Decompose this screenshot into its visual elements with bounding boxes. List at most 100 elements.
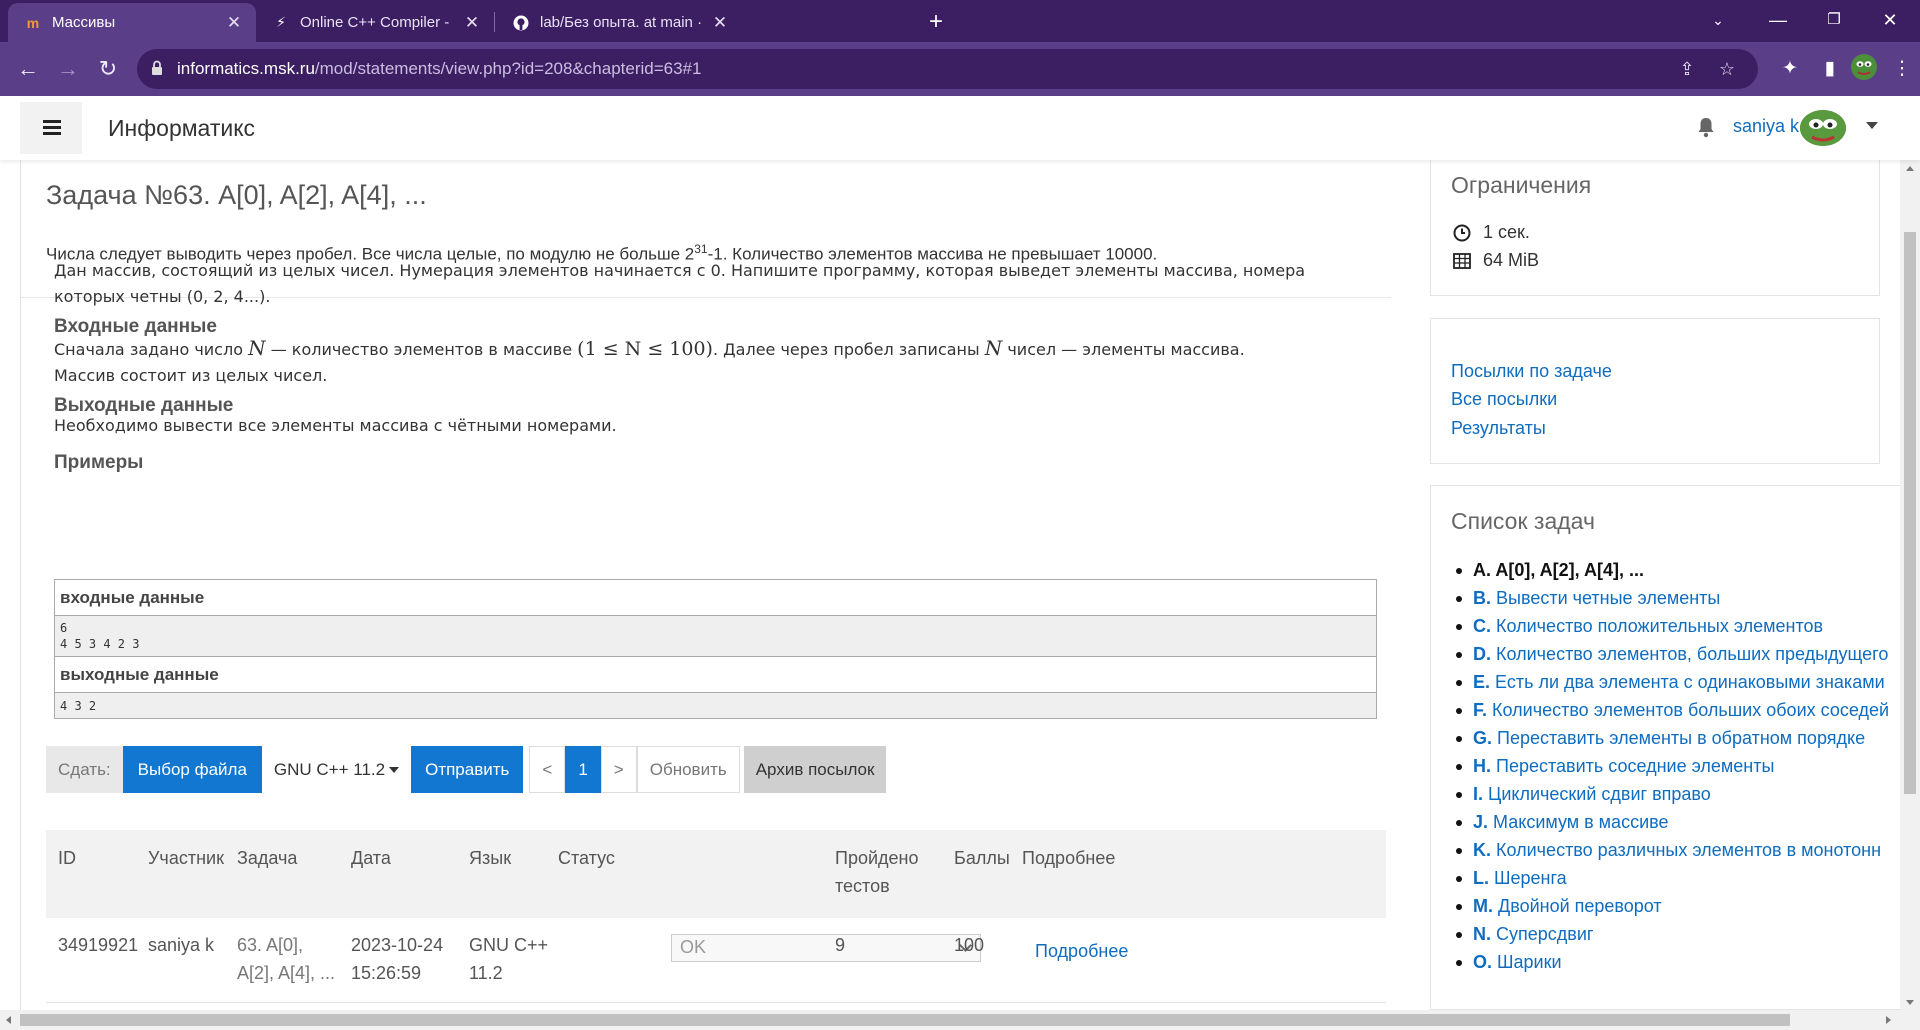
- tab-search-icon[interactable]: ⌄: [1690, 0, 1746, 42]
- memory-limit: 64 MiB: [1453, 250, 1539, 271]
- cell-tests: 9: [835, 935, 846, 955]
- col-header-lang: Язык: [469, 848, 512, 868]
- vertical-scrollbar[interactable]: [1900, 160, 1920, 1014]
- scroll-left-arrow-icon[interactable]: [6, 1016, 11, 1024]
- cell-lang: GNU C++ 11.2: [469, 935, 549, 983]
- site-title[interactable]: Информатикс: [108, 115, 255, 142]
- problem-list-item[interactable]: O. Шарики: [1451, 948, 1900, 976]
- time-limit: 1 сек.: [1453, 222, 1530, 243]
- link-results[interactable]: Результаты: [1451, 418, 1546, 439]
- profile-avatar-icon[interactable]: [1848, 53, 1880, 85]
- send-button[interactable]: Отправить: [411, 746, 524, 793]
- problem-letter: E.: [1473, 672, 1491, 692]
- col-header-score: Баллы: [954, 848, 1010, 868]
- user-menu-caret-icon[interactable]: [1866, 122, 1878, 129]
- problem-letter: N.: [1473, 924, 1491, 944]
- problem-letter: O.: [1473, 952, 1493, 972]
- problem-list-item[interactable]: J. Максимум в массиве: [1451, 808, 1900, 836]
- problem-list-item[interactable]: B. Вывести четные элементы: [1451, 584, 1900, 612]
- horizontal-scrollbar[interactable]: [0, 1010, 1920, 1030]
- side-panel-icon[interactable]: ▮: [1814, 53, 1846, 85]
- problem-list-item[interactable]: H. Переставить соседние элементы: [1451, 752, 1900, 780]
- problem-list-item[interactable]: N. Суперсдвиг: [1451, 920, 1900, 948]
- problem-name: Шеренга: [1494, 868, 1567, 888]
- problem-list-item[interactable]: F. Количество элементов больших обоих со…: [1451, 696, 1900, 724]
- problem-list-item[interactable]: K. Количество различных элементов в моно…: [1451, 836, 1900, 864]
- problem-list-item[interactable]: G. Переставить элементы в обратном поряд…: [1451, 724, 1900, 752]
- limits-title: Ограничения: [1451, 172, 1592, 198]
- browser-menu-icon[interactable]: ⋮: [1886, 53, 1918, 85]
- tab-github[interactable]: lab/Без опыта. at main · sani38/ ✕: [496, 3, 742, 42]
- link-all-submissions[interactable]: Все посылки: [1451, 389, 1557, 410]
- clock-icon: [1453, 224, 1471, 241]
- close-icon[interactable]: ✕: [224, 13, 244, 33]
- submit-bar: Сдать: Выбор файла GNU C++ 11.2 Отправит…: [46, 746, 887, 793]
- math-range: (1 ≤ N ≤ 100): [577, 338, 713, 360]
- refresh-button[interactable]: Обновить: [636, 746, 740, 793]
- problem-name: Переставить элементы в обратном порядке: [1497, 728, 1866, 748]
- scroll-right-arrow-icon[interactable]: [1886, 1016, 1891, 1024]
- details-link[interactable]: Подробнее: [1035, 937, 1128, 965]
- hamburger-menu-button[interactable]: [20, 102, 82, 154]
- page-1-button[interactable]: 1: [565, 746, 601, 793]
- tab-separator: [494, 12, 495, 32]
- status-value: OK: [680, 937, 707, 957]
- problem-list-item[interactable]: M. Двойной переворот: [1451, 892, 1900, 920]
- url-host: informatics.msk.ru: [177, 59, 315, 78]
- memory-limit-value: 64 MiB: [1483, 250, 1540, 270]
- tab-online-compiler[interactable]: ⚡ Online C++ Compiler - online ed ✕: [256, 3, 494, 42]
- problem-title: Задача №63. A[0], A[2], A[4], ...: [46, 180, 427, 210]
- input-text-5: Массив состоит из целых чисел.: [54, 366, 328, 385]
- math-n: N: [984, 336, 1003, 360]
- tab-title: lab/Без опыта. at main · sani38/: [540, 14, 702, 31]
- problem-letter: A.: [1473, 560, 1491, 580]
- back-button[interactable]: ←: [12, 53, 44, 85]
- extensions-puzzle-icon[interactable]: ✦: [1774, 53, 1806, 85]
- choose-file-button[interactable]: Выбор файла: [122, 746, 262, 793]
- bookmark-star-icon[interactable]: ☆: [1715, 57, 1739, 81]
- problem-list-item[interactable]: A. A[0], A[2], A[4], ...: [1451, 556, 1900, 584]
- problem-name: A[0], A[2], A[4], ...: [1495, 560, 1645, 580]
- next-page-button[interactable]: >: [600, 746, 637, 793]
- link-problem-submissions[interactable]: Посылки по задаче: [1451, 361, 1612, 382]
- address-bar[interactable]: informatics.msk.ru/mod/statements/view.p…: [137, 49, 1758, 89]
- user-name[interactable]: saniya k: [1733, 116, 1799, 137]
- close-window-button[interactable]: ✕: [1862, 0, 1918, 42]
- problem-name: Количество различных элементов в монотон…: [1496, 840, 1882, 860]
- tab-massivy[interactable]: m Массивы ✕: [8, 3, 256, 42]
- prev-page-button[interactable]: <: [529, 746, 566, 793]
- sample-input-label: входные данные: [54, 579, 1377, 616]
- language-select[interactable]: GNU C++ 11.2: [261, 746, 412, 793]
- problem-letter: J.: [1473, 812, 1489, 832]
- submit-label: Сдать:: [46, 746, 123, 793]
- user-avatar[interactable]: [1800, 110, 1846, 146]
- sample-input[interactable]: 6 4 5 3 4 2 3: [54, 615, 1377, 657]
- scroll-up-arrow-icon[interactable]: [1906, 166, 1914, 171]
- problem-list-block: Список задач A. A[0], A[2], A[4], ... B.…: [1430, 485, 1900, 1010]
- problem-letter: D.: [1473, 644, 1491, 664]
- problem-list-item[interactable]: I. Циклический сдвиг вправо: [1451, 780, 1900, 808]
- close-icon[interactable]: ✕: [462, 13, 482, 33]
- problem-list-item[interactable]: L. Шеренга: [1451, 864, 1900, 892]
- address-toolbar: ← → ↻ informatics.msk.ru/mod/statements/…: [0, 42, 1920, 96]
- new-tab-button[interactable]: +: [922, 8, 950, 36]
- minimize-button[interactable]: —: [1750, 0, 1806, 42]
- horizontal-scroll-thumb[interactable]: [20, 1014, 1790, 1026]
- bell-icon[interactable]: [1697, 116, 1715, 138]
- reload-button[interactable]: ↻: [92, 53, 124, 85]
- share-icon[interactable]: ⇪: [1675, 57, 1699, 81]
- scroll-down-arrow-icon[interactable]: [1906, 1000, 1914, 1005]
- archive-button[interactable]: Архив посылок: [743, 746, 887, 793]
- problem-name: Количество элементов, больших предыдущег…: [1496, 644, 1889, 664]
- restore-button[interactable]: ❐: [1806, 0, 1862, 42]
- close-icon[interactable]: ✕: [710, 13, 730, 33]
- time-limit-value: 1 сек.: [1483, 222, 1530, 242]
- vertical-scroll-thumb[interactable]: [1904, 232, 1916, 794]
- problem-list-item[interactable]: C. Количество положительных элементов: [1451, 612, 1900, 640]
- problem-list-title: Список задач: [1451, 508, 1595, 534]
- problem-list-item[interactable]: D. Количество элементов, больших предыду…: [1451, 640, 1900, 668]
- forward-button[interactable]: →: [52, 53, 84, 85]
- problem-list-item[interactable]: E. Есть ли два элемента с одинаковыми зн…: [1451, 668, 1900, 696]
- sample-output[interactable]: 4 3 2: [54, 692, 1377, 719]
- status-select[interactable]: OK: [671, 934, 981, 962]
